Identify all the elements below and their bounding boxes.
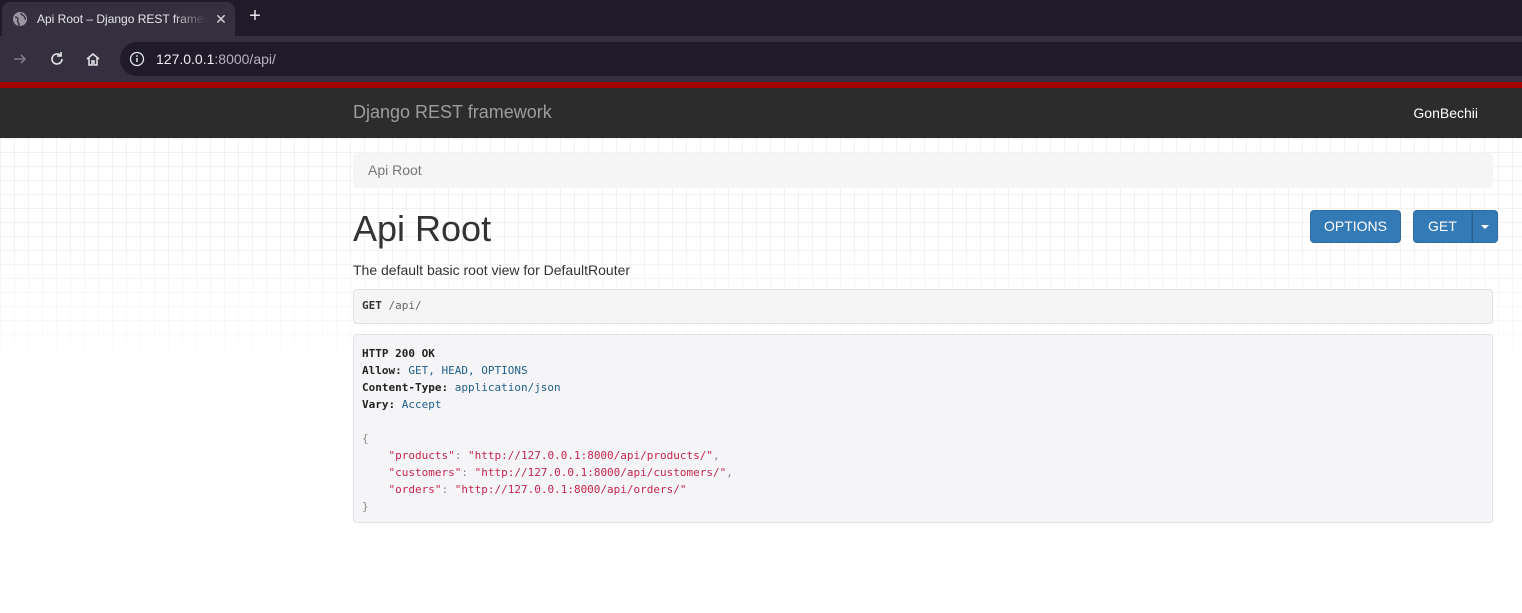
page-description: The default basic root view for DefaultR…	[353, 262, 631, 278]
json-entry: "customers": "http://127.0.0.1:8000/api/…	[388, 466, 733, 479]
request-info: GET /api/	[353, 289, 1493, 324]
home-icon[interactable]	[81, 47, 105, 71]
json-key: "products"	[388, 449, 455, 462]
json-link[interactable]: "http://127.0.0.1:8000/api/products/"	[468, 449, 713, 462]
browser-toolbar: 127.0.0.1:8000/api/	[0, 36, 1522, 82]
response-header: Content-Type: application/json	[362, 379, 1484, 396]
caret-down-icon	[1480, 224, 1489, 229]
response-info: HTTP 200 OK Allow: GET, HEAD, OPTIONS Co…	[353, 334, 1493, 523]
navbar-username[interactable]: GonBechii	[1413, 105, 1478, 121]
globe-icon	[12, 11, 28, 27]
url-path: :8000/api/	[214, 51, 276, 67]
navbar: Django REST framework GonBechii	[0, 88, 1522, 138]
request-path: /api/	[388, 299, 422, 312]
header-key: Allow:	[362, 364, 402, 377]
get-button-group: GET	[1413, 210, 1498, 243]
json-entry: "orders": "http://127.0.0.1:8000/api/ord…	[388, 483, 687, 496]
json-close-brace: }	[362, 500, 369, 513]
response-header: Allow: GET, HEAD, OPTIONS	[362, 362, 1484, 379]
close-icon[interactable]: ✕	[213, 11, 229, 28]
json-key: "orders"	[388, 483, 442, 496]
get-button[interactable]: GET	[1413, 210, 1472, 243]
header-value: Accept	[401, 398, 442, 411]
breadcrumb-item[interactable]: Api Root	[368, 162, 422, 178]
url-text: 127.0.0.1:8000/api/	[156, 51, 276, 67]
main-content: Api Root OPTIONS GET Api Root The defaul…	[353, 153, 1498, 523]
info-icon[interactable]	[128, 50, 146, 68]
forward-icon[interactable]	[8, 47, 32, 71]
json-entry: "products": "http://127.0.0.1:8000/api/p…	[388, 449, 720, 462]
url-host: 127.0.0.1	[156, 51, 215, 67]
header-key: Content-Type:	[362, 381, 449, 394]
navbar-brand[interactable]: Django REST framework	[353, 102, 552, 123]
reload-icon[interactable]	[45, 47, 69, 71]
get-format-dropdown[interactable]	[1471, 210, 1498, 243]
json-open-brace: {	[362, 432, 369, 445]
breadcrumb: Api Root	[353, 153, 1493, 188]
request-method: GET	[362, 299, 382, 312]
tab-title: Api Root – Django REST framework	[37, 12, 207, 26]
header-key: Vary:	[362, 398, 396, 411]
response-status: HTTP 200 OK	[362, 347, 435, 360]
options-button[interactable]: OPTIONS	[1310, 210, 1402, 243]
json-link[interactable]: "http://127.0.0.1:8000/api/orders/"	[455, 483, 687, 496]
response-header: Vary: Accept	[362, 396, 1484, 413]
browser-tab[interactable]: Api Root – Django REST framework ✕	[2, 2, 235, 36]
page-title: Api Root	[353, 208, 492, 249]
browser-tabstrip: Api Root – Django REST framework ✕ +	[0, 0, 1522, 36]
json-link[interactable]: "http://127.0.0.1:8000/api/customers/"	[475, 466, 727, 479]
header-value: application/json	[454, 381, 561, 394]
header-value: GET, HEAD, OPTIONS	[408, 364, 528, 377]
json-key: "customers"	[388, 466, 462, 479]
address-bar[interactable]: 127.0.0.1:8000/api/	[120, 42, 1522, 76]
plus-icon[interactable]: +	[244, 6, 266, 28]
